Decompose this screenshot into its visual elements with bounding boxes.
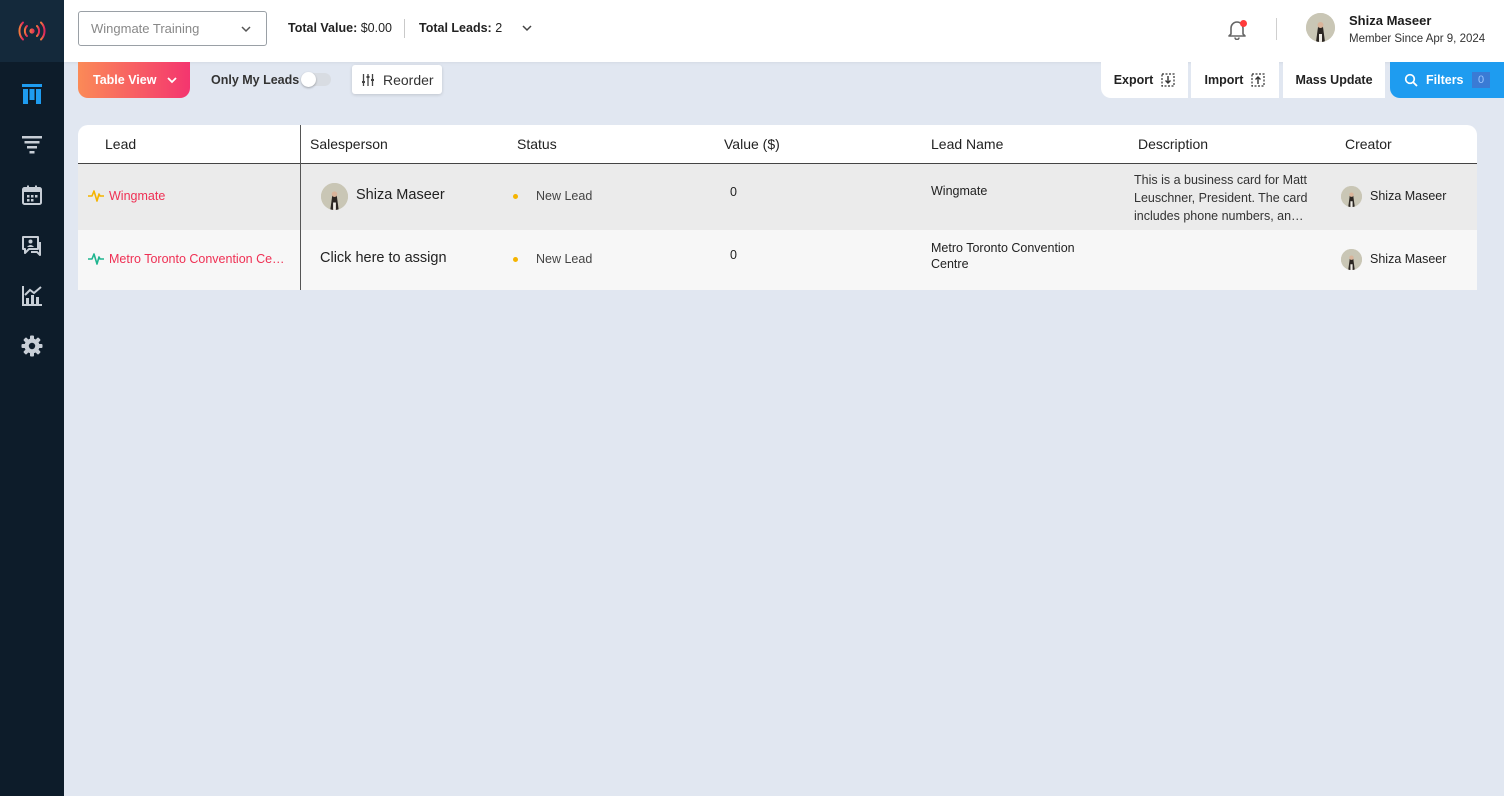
sliders-icon [362,73,374,86]
mass-update-button[interactable]: Mass Update [1283,62,1385,98]
lead-name-link: Wingmate [109,189,166,203]
nav-funnel-icon[interactable] [20,133,44,157]
status-text[interactable]: New Lead [536,189,592,203]
import-label: Import [1204,73,1244,87]
salesperson-name[interactable]: Shiza Maseer [356,187,445,203]
calendar-icon [22,185,42,205]
total-value: $0.00 [360,21,392,35]
table-row[interactable]: Wingmate Shiza Maseer New Lead 0 Wingmat… [78,164,1477,230]
export-icon [1161,73,1175,87]
analytics-chart-icon [22,286,42,306]
value-cell[interactable]: 0 [730,185,737,199]
status-dot [513,194,518,199]
total-value-label: Total Value: [288,21,358,35]
nav-settings-icon[interactable] [20,334,44,358]
lead-link[interactable]: Metro Toronto Convention Ce… [88,252,285,266]
user-avatar[interactable] [1306,13,1335,42]
funnel-icon [22,136,42,154]
total-leads-label: Total Leads: [419,21,492,35]
pipeline-select-value: Wingmate Training [91,21,200,36]
nav-calendar-icon[interactable] [20,183,44,207]
pulse-icon [88,190,104,202]
import-icon [1251,73,1266,87]
user-avatar-image [1306,13,1335,42]
column-header-lead-name[interactable]: Lead Name [931,136,1003,152]
user-member-since: Member Since Apr 9, 2024 [1349,33,1486,45]
column-header-value[interactable]: Value ($) [724,136,780,152]
filters-count-badge: 0 [1472,72,1490,88]
sidebar [0,0,64,796]
only-my-leads-label: Only My Leads [211,73,300,87]
search-icon [1404,73,1418,87]
header-divider [1276,18,1277,40]
nav-analytics-icon[interactable] [20,284,44,308]
notification-dot [1240,20,1247,27]
stats-expand-chevron-icon[interactable] [521,22,533,34]
kanban-board-icon [22,84,42,104]
chevron-down-icon [241,26,251,33]
import-button[interactable]: Import [1191,62,1279,98]
mass-update-label: Mass Update [1295,73,1373,87]
nav-chat-icon[interactable] [20,234,44,258]
export-label: Export [1113,73,1154,87]
status-text[interactable]: New Lead [536,252,592,266]
column-header-creator[interactable]: Creator [1345,136,1392,152]
pulse-icon [88,253,104,265]
reorder-button[interactable]: Reorder [352,65,442,94]
value-cell[interactable]: 0 [730,248,737,262]
column-header-salesperson[interactable]: Salesperson [310,136,388,152]
total-leads: 2 [495,21,503,35]
status-dot [513,257,518,262]
column-header-description[interactable]: Description [1138,136,1208,152]
lead-name-cell[interactable]: Wingmate [931,184,987,198]
filters-label: Filters [1426,73,1464,87]
toggle-knob [301,72,316,87]
frozen-column-divider [300,125,301,290]
column-header-lead[interactable]: Lead [105,136,136,152]
reorder-label: Reorder [383,71,434,88]
column-header-status[interactable]: Status [517,136,557,152]
description-cell[interactable]: This is a business card for Matt Leuschn… [1134,171,1314,225]
creator-name: Shiza Maseer [1370,252,1447,266]
chevron-down-icon [167,77,178,84]
table-row[interactable]: Metro Toronto Convention Ce… Click here … [78,230,1477,290]
table-view-dropdown[interactable]: Table View [78,62,190,98]
table-header: Lead Salesperson Status Value ($) Lead N… [78,125,1477,164]
lead-link[interactable]: Wingmate [88,189,165,203]
avatar-image [1341,249,1362,270]
creator-avatar [1341,249,1362,270]
app-logo[interactable] [0,0,64,62]
lead-name-link: Metro Toronto Convention Ce… [109,252,285,266]
stat-divider [404,19,405,38]
avatar-image [321,183,348,210]
table-view-label: Table View [93,73,157,87]
only-my-leads-toggle[interactable] [301,72,331,87]
broadcast-logo-icon [18,21,46,41]
creator-name: Shiza Maseer [1370,189,1447,203]
salesperson-avatar [321,183,348,210]
total-value-stat: Total Value: $0.00 [288,21,392,35]
lead-name-cell[interactable]: Metro Toronto Convention Centre [931,240,1101,272]
filters-button[interactable]: Filters 0 [1390,62,1504,98]
avatar-image [1341,186,1362,207]
user-name: Shiza Maseer [1349,13,1432,28]
creator-avatar [1341,186,1362,207]
gear-icon [21,335,43,357]
leads-table: Lead Salesperson Status Value ($) Lead N… [78,125,1477,290]
export-button[interactable]: Export [1101,62,1188,98]
pipeline-select[interactable]: Wingmate Training [78,11,267,46]
top-header: Wingmate Training Total Value: $0.00 Tot… [64,0,1504,62]
total-leads-stat: Total Leads: 2 [419,21,502,35]
nav-board-icon[interactable] [20,82,44,106]
chat-user-icon [22,236,41,256]
assign-salesperson-link[interactable]: Click here to assign [320,250,447,266]
